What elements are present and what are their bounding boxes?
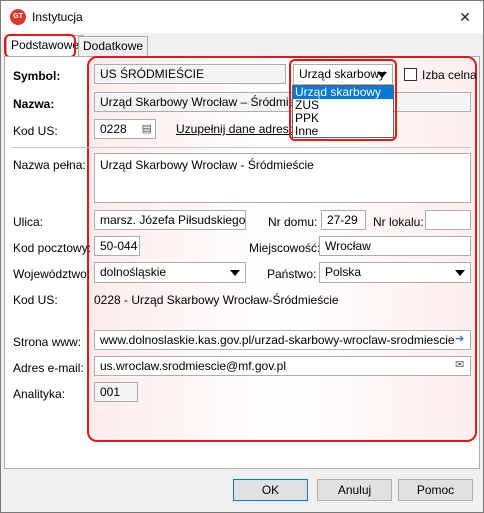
nr-domu-field[interactable]: 27-29 [321,210,366,230]
divider [11,147,471,148]
nr-domu-label: Nr domu: [268,215,318,229]
analityka-field[interactable]: 001 [94,382,138,402]
email-field[interactable]: us.wroclaw.srodmiescie@mf.gov.pl [94,356,471,376]
chevron-down-icon [455,270,465,276]
ulica-field[interactable]: marsz. Józefa Piłsudskiego [94,210,246,230]
dialog-window: GT Instytucja ✕ Podstawowe Dodatkowe Sym… [0,0,484,513]
nazwa-pelna-textarea[interactable]: Urząd Skarbowy Wrocław - Śródmieście [94,153,471,203]
wojewodztwo-label: Województwo: [13,267,91,281]
analityka-label: Analityka: [13,387,66,401]
panstwo-combo[interactable]: Polska [319,262,471,283]
help-button[interactable]: Pomoc [398,479,473,501]
cancel-button[interactable]: Anuluj [317,479,392,501]
kod-pocztowy-label: Kod pocztowy: [13,241,92,255]
ulica-label: Ulica: [13,215,44,229]
izba-celna-checkbox[interactable] [404,68,417,81]
kod-us-info-label: Kod US: [13,293,58,307]
izba-celna-label: Izba celna [422,68,477,82]
app-logo-icon: GT [10,9,26,25]
wojewodztwo-combo[interactable]: dolnośląskie [94,262,246,283]
strona-www-label: Strona www: [13,335,82,349]
nr-lokalu-label: Nr lokalu: [373,215,424,229]
panstwo-value: Polska [325,265,362,279]
nazwa-field[interactable]: Urząd Skarbowy Wrocław – Śródmieście [94,92,471,112]
miejscowosc-label: Miejscowość: [249,241,321,255]
kod-us-info-value: 0228 - Urząd Skarbowy Wrocław-Śródmieści… [94,293,339,307]
ok-button[interactable]: OK [233,479,308,501]
tab-highlight-outline [4,34,76,58]
nazwa-pelna-label: Nazwa pełna: [13,158,86,172]
dropdown-highlight-outline [289,59,397,141]
kod-us-value: 0228 [100,122,127,136]
open-link-icon[interactable]: ➔ [455,332,464,345]
chevron-down-icon [230,270,240,276]
tab-dodatkowe[interactable]: Dodatkowe [78,36,149,56]
wojewodztwo-value: dolnośląskie [100,265,167,279]
nr-lokalu-field[interactable] [425,210,471,230]
symbol-field[interactable]: US ŚRÓDMIEŚCIE [94,64,286,84]
close-icon[interactable]: ✕ [447,1,483,33]
list-icon[interactable]: ▤ [142,120,152,138]
miejscowosc-field[interactable]: Wrocław [319,236,471,256]
window-title: Instytucja [32,10,83,24]
title-bar: GT Instytucja ✕ [1,1,483,33]
email-label: Adres e-mail: [13,361,84,375]
strona-www-field[interactable]: www.dolnoslaskie.kas.gov.pl/urzad-skarbo… [94,330,471,350]
kod-us-field[interactable]: 0228 ▤ [94,119,156,139]
kod-us-label: Kod US: [13,124,58,138]
panstwo-label: Państwo: [267,267,317,281]
symbol-label: Symbol: [13,69,61,83]
nazwa-label: Nazwa: [13,97,55,111]
send-mail-icon[interactable]: ✉ [455,358,464,371]
kod-pocztowy-field[interactable]: 50-044 [94,236,140,256]
